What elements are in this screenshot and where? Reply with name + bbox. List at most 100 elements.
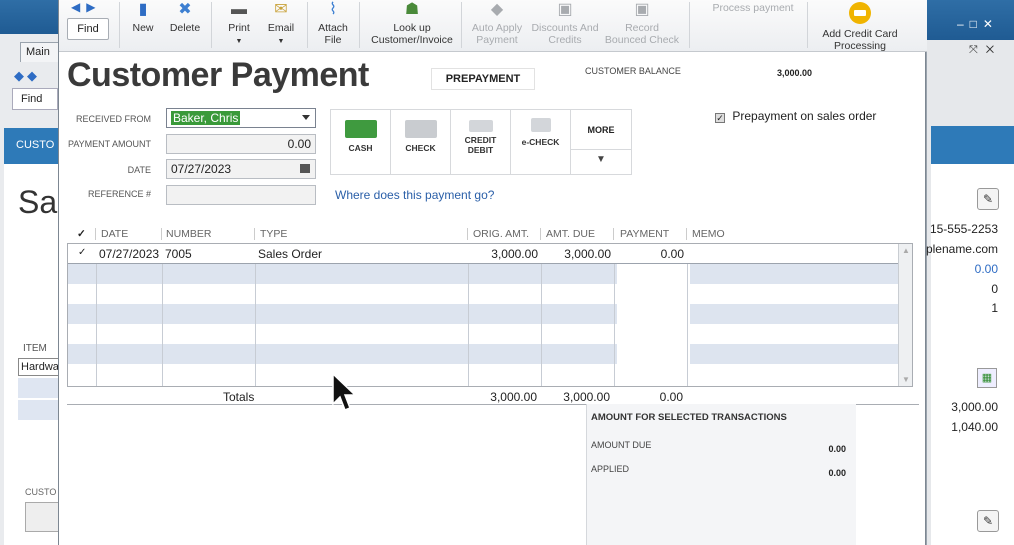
row-number[interactable]: 7005 [165,247,192,261]
column-divider [687,244,688,386]
background-customer-label: CUSTO [25,487,57,497]
checkbox-checked-icon[interactable]: ✓ [715,113,725,123]
find-button[interactable]: Find [67,18,109,40]
chevron-down-icon[interactable]: ▼ [571,150,631,165]
delete-button[interactable]: ✖ Delete [167,0,203,34]
new-button[interactable]: ▮ New [129,0,157,34]
prepayment-checkbox[interactable]: ✓ Prepayment on sales order [715,109,876,123]
discounts-credits-button[interactable]: ▣ Discounts And Credits [531,0,599,46]
received-from-dropdown[interactable]: Baker, Chris [166,108,316,128]
attach-label: Attach [318,22,348,34]
more-methods-button[interactable]: MORE ▼ [571,110,631,174]
payment-amount-field[interactable]: 0.00 [166,134,316,154]
discounts-label: Discounts And [531,22,599,34]
add-credit-card-processing-button[interactable]: Add Credit Card Processing [813,2,907,52]
people-icon: ☗ [404,1,420,18]
background-row [18,400,60,420]
discount-icon: ▣ [557,1,573,18]
background-row [18,378,60,398]
totals-payment: 0.00 [659,390,683,404]
column-divider [161,228,162,240]
received-from-value: Baker, Chris [171,111,241,125]
calendar-icon[interactable] [300,164,310,173]
toolbar-divider [689,2,690,48]
spreadsheet-icon[interactable]: ▦ [977,368,997,388]
envelope-icon: ✉ [274,1,288,18]
header-type[interactable]: TYPE [260,228,287,240]
header-payment[interactable]: PAYMENT [620,228,669,240]
table-row-empty[interactable] [68,364,906,384]
row-date[interactable]: 07/27/2023 [99,247,159,261]
table-row-empty[interactable] [68,264,906,284]
edit-pencil-icon[interactable]: ✎ [977,188,999,210]
add-cc-label: Add Credit Card [822,28,898,40]
column-divider [96,244,97,386]
header-orig-amt[interactable]: ORIG. AMT. [473,228,529,240]
nav-arrows-icon[interactable]: ◆◆ [14,68,40,84]
date-field[interactable]: 07/27/2023 [166,159,316,179]
check-button[interactable]: CHECK [391,110,451,174]
header-memo[interactable]: MEMO [692,228,725,240]
header-number[interactable]: NUMBER [166,228,212,240]
header-amt-due[interactable]: AMT. DUE [546,228,595,240]
lookup-label-2: Customer/Invoice [371,34,453,46]
row-amt-due[interactable]: 3,000.00 [545,247,611,261]
background-amount: 1,040.00 [951,420,998,434]
process-payment-button[interactable]: Process payment [705,2,801,14]
lookup-customer-button[interactable]: ☗ Look up Customer/Invoice [367,0,457,46]
background-customer-field[interactable] [25,502,60,532]
auto-apply-icon: ◆ [490,1,504,18]
reference-field[interactable] [166,185,316,205]
transactions-table: ✓ DATE NUMBER TYPE ORIG. AMT. AMT. DUE P… [67,226,919,406]
totals-amt-due: 3,000.00 [563,390,610,404]
record-label: Record [625,22,659,34]
header-check[interactable]: ✓ [77,228,86,240]
where-payment-goes-link[interactable]: Where does this payment go? [335,188,494,202]
table-row[interactable]: ✓ 07/27/2023 7005 Sales Order 3,000.00 3… [68,244,906,264]
print-button[interactable]: ▬ Print ▼ [223,0,255,48]
amount-selected-panel: AMOUNT FOR SELECTED TRANSACTIONS AMOUNT … [586,404,856,545]
applied-value: 0.00 [828,468,846,478]
row-payment[interactable]: 0.00 [618,247,684,261]
auto-apply-label-2: Payment [476,34,518,46]
scroll-down-icon[interactable]: ▼ [902,375,910,384]
row-orig-amt[interactable]: 3,000.00 [472,247,538,261]
background-item-field[interactable]: Hardwa [18,358,60,376]
table-row-empty[interactable] [68,304,906,324]
cash-button[interactable]: CASH [331,110,391,174]
chevron-down-icon[interactable] [302,115,310,120]
credit-debit-button[interactable]: CREDIT DEBIT [451,110,511,174]
window-controls-icon[interactable]: –□✕ [957,17,999,31]
subwindow-controls-icon[interactable]: ⤧✕ [969,44,1002,57]
customer-balance-label: CUSTOMER BALANCE [585,66,681,76]
header-date[interactable]: DATE [101,228,128,240]
customer-payment-window: ◀▶ Find ▮ New ✖ Delete ▬ Print ▼ ✉ Email… [58,0,927,545]
table-scrollbar[interactable]: ▲ ▼ [898,244,912,386]
scroll-up-icon[interactable]: ▲ [902,246,910,255]
table-row-empty[interactable] [68,344,906,364]
edit-pencil-icon[interactable]: ✎ [977,510,999,532]
payment-amount-label: PAYMENT AMOUNT [67,139,151,149]
received-from-label: RECEIVED FROM [75,114,151,124]
tab-main[interactable]: Main [20,42,60,62]
background-find-button[interactable]: Find [12,88,58,110]
toolbar-divider [461,2,462,48]
auto-apply-label: Auto Apply [471,22,523,34]
column-divider [540,228,541,240]
attach-file-button[interactable]: ⌇ Attach File [313,0,353,46]
background-title-bar: –□✕ [927,0,1014,40]
echeck-button[interactable]: e-CHECK [511,110,571,174]
column-divider [467,228,468,240]
check-label: CHECK [405,143,436,153]
row-check[interactable]: ✓ [78,247,86,258]
auto-apply-button[interactable]: ◆ Auto Apply Payment [465,0,529,46]
table-row-empty[interactable] [68,284,906,304]
record-bounced-check-button[interactable]: ▣ Record Bounced Check [601,0,683,46]
toolbar: ◀▶ Find ▮ New ✖ Delete ▬ Print ▼ ✉ Email… [59,0,927,52]
row-type[interactable]: Sales Order [258,247,322,261]
applied-label: APPLIED [591,464,630,474]
email-button[interactable]: ✉ Email ▼ [265,0,297,48]
nav-arrows-icon[interactable]: ◀▶ [71,0,101,14]
background-email: plename.com [925,242,998,256]
table-row-empty[interactable] [68,324,906,344]
